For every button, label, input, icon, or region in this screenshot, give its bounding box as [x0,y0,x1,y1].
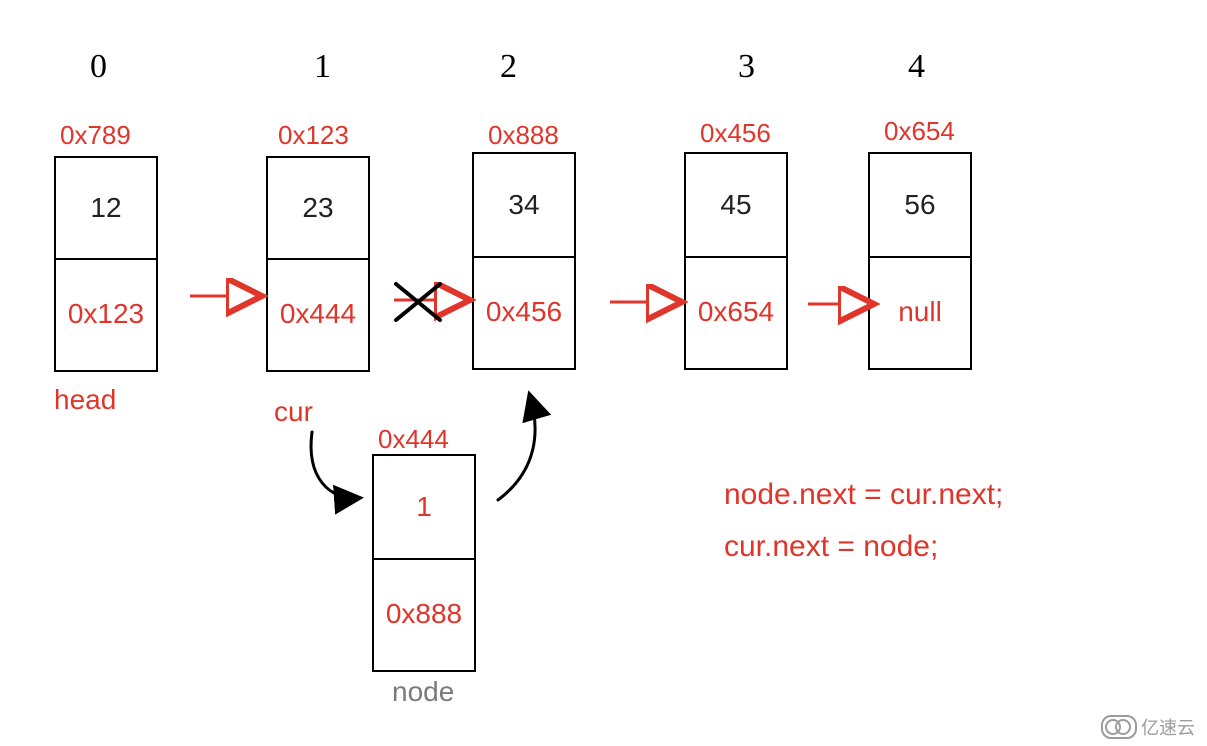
node-0-next: 0x123 [56,260,156,368]
arrow-node-to-2-icon [498,396,535,500]
inserted-node: 1 0x888 [372,454,476,672]
addr-node-4: 0x654 [884,116,955,147]
addr-node-1: 0x123 [278,120,349,151]
watermark-icon [1101,715,1137,739]
node-0: 12 0x123 [54,156,158,372]
node-2: 34 0x456 [472,152,576,370]
index-1: 1 [314,48,331,86]
code-line-1: node.next = cur.next; [724,478,1003,512]
code-line-2: cur.next = node; [724,530,938,564]
node-3: 45 0x654 [684,152,788,370]
node-2-value: 34 [474,154,574,258]
node-4: 56 null [868,152,972,370]
node-1-next: 0x444 [268,260,368,368]
node-4-value: 56 [870,154,970,258]
node-4-next: null [870,258,970,366]
addr-node-0: 0x789 [60,120,131,151]
label-node: node [392,676,454,708]
index-3: 3 [738,48,755,86]
arrow-cur-to-node-icon [311,432,358,498]
index-2: 2 [500,48,517,86]
addr-node-2: 0x888 [488,120,559,151]
watermark: 亿速云 [1101,714,1195,740]
watermark-text: 亿速云 [1141,714,1195,740]
addr-inserted-node: 0x444 [378,424,449,455]
inserted-node-value: 1 [374,456,474,560]
crossed-arrow-icon [396,284,440,320]
arrows-overlay [0,0,1207,746]
index-4: 4 [908,48,925,86]
addr-node-3: 0x456 [700,118,771,149]
node-3-value: 45 [686,154,786,258]
node-3-next: 0x654 [686,258,786,366]
label-cur: cur [274,396,313,428]
node-1-value: 23 [268,158,368,260]
node-1: 23 0x444 [266,156,370,372]
node-0-value: 12 [56,158,156,260]
node-2-next: 0x456 [474,258,574,366]
inserted-node-next: 0x888 [374,560,474,668]
index-0: 0 [90,48,107,86]
label-head: head [54,384,116,416]
